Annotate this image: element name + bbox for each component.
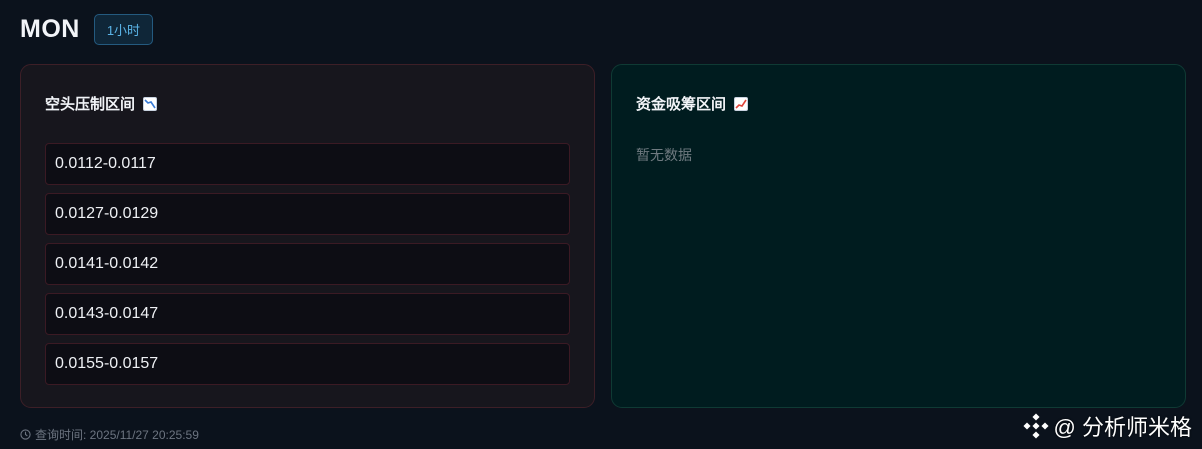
empty-state-text: 暂无数据 [636,147,692,163]
binance-logo-icon [1023,413,1049,439]
accumulation-panel: 资金吸筹区间 暂无数据 [611,64,1186,408]
short-range-list: 0.0112-0.0117 0.0127-0.0129 0.0141-0.0142 0… [45,143,570,393]
query-time-footer: 查询时间: 2025/11/27 20:25:59 [20,426,199,443]
page-header: MON 1小时 [20,14,154,45]
range-item: 0.0112-0.0117 [45,143,570,185]
symbol-title: MON [20,15,80,43]
chart-decreasing-icon [143,96,158,111]
range-item: 0.0127-0.0129 [45,193,570,235]
range-item: 0.0141-0.0142 [45,243,570,285]
short-panel-title: 空头压制区间 [45,93,158,114]
clock-icon [20,429,31,440]
chart-increasing-icon [734,96,749,111]
short-pressure-panel: 空头压制区间 0.0112-0.0117 0.0127-0.0129 0.0141-… [20,64,595,408]
watermark-text: @ 分析师米格 [1053,415,1192,440]
range-item: 0.0143-0.0147 [45,293,570,335]
timeframe-badge[interactable]: 1小时 [93,14,154,45]
range-item: 0.0155-0.0157 [45,343,570,385]
long-panel-title: 资金吸筹区间 [636,93,749,114]
watermark: @ 分析师米格 [1023,410,1192,442]
query-time-text: 查询时间: 2025/11/27 20:25:59 [35,428,199,442]
short-panel-title-text: 空头压制区间 [45,96,136,113]
long-panel-title-text: 资金吸筹区间 [636,96,727,113]
